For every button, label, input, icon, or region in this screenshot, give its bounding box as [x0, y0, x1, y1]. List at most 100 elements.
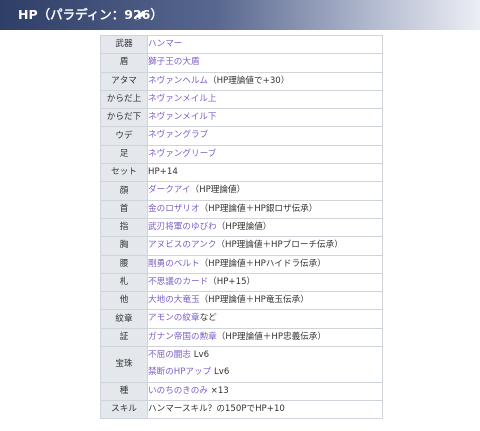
table-row: 足ネヴァングリーブ — [100, 144, 383, 165]
row-label: 首 — [100, 199, 148, 219]
item-link[interactable]: ダークアイ — [149, 185, 191, 195]
item-note: （HP理論値＋HPハイドラ伝承） — [199, 258, 326, 269]
row-label: からだ下 — [100, 108, 148, 128]
value-line: 剛勇のベルト（HP理論値＋HPハイドラ伝承） — [149, 256, 382, 272]
value-line: いのちのきのみ ×13 — [149, 383, 382, 399]
value-line: ネヴァングリーブ — [149, 146, 382, 162]
item-link[interactable]: ハンマー — [149, 39, 183, 49]
table-row: 腰剛勇のベルト（HP理論値＋HPハイドラ伝承） — [100, 254, 383, 274]
row-label: からだ上 — [100, 89, 148, 110]
row-label: スキル — [100, 399, 148, 420]
item-note: （HP理論値＋HP忠義伝承） — [216, 331, 326, 342]
section-header: HP（パラディン：926） — [0, 0, 480, 30]
value-line: アヌビスのアンク（HP理論値＋HPブローチ伝承） — [149, 238, 382, 254]
pencil-icon[interactable] — [133, 9, 147, 23]
table-row: 宝珠 不屈の闘志 Lv6 禁断のHPアップ Lv6 — [100, 346, 383, 383]
table-row: からだ上 ネヴァンメイル上 — [100, 89, 383, 110]
row-value: いのちのきのみ ×13 — [147, 381, 383, 401]
value-line: アモンの紋章など — [149, 311, 382, 327]
table-row: 顔ダークアイ（HP理論値） — [100, 181, 383, 201]
value-line: 禁断のHPアップ Lv6 — [149, 364, 382, 381]
value-line: ダークアイ（HP理論値） — [149, 183, 382, 199]
value-line: 不屈の闘志 Lv6 — [149, 348, 382, 365]
row-value: 大地の大竜玉（HP理論値＋HP竜玉伝承） — [147, 291, 383, 311]
item-note: Lv6 — [190, 350, 210, 361]
row-label: 宝珠 — [100, 346, 148, 383]
row-label: 証 — [100, 327, 148, 348]
table-row: 胸アヌビスのアンク（HP理論値＋HPブローチ伝承） — [100, 236, 383, 256]
item-note: Lv6 — [211, 367, 230, 378]
row-value: ネヴァンメイル下 — [147, 108, 383, 128]
item-link[interactable]: 禁断のHPアップ — [149, 367, 212, 377]
item-link[interactable]: 剛勇のベルト — [149, 259, 200, 269]
item-link[interactable]: ネヴァンメイル上 — [149, 94, 217, 104]
item-link[interactable]: ネヴァンメイル下 — [149, 112, 217, 122]
item-link[interactable]: 不思議のカード — [149, 277, 209, 287]
item-note: （HP理論値で+30） — [208, 75, 290, 86]
item-link[interactable]: アヌビスのアンク — [149, 240, 217, 250]
value-line: ネヴァンヘルム（HP理論値で+30） — [149, 73, 382, 89]
item-link[interactable]: ネヴァンヘルム — [149, 76, 209, 86]
item-link[interactable]: 不屈の闘志 — [149, 350, 191, 360]
item-note: （HP理論値＋HP銀ロザ伝承） — [199, 203, 318, 214]
value-line: ハンマー — [149, 37, 382, 53]
row-label: 胸 — [100, 236, 148, 256]
item-link[interactable]: 武刃将軍のゆびわ — [149, 222, 217, 232]
value-line: 武刃将軍のゆびわ（HP理論値） — [149, 219, 382, 235]
item-note: （HP+15） — [208, 276, 256, 287]
row-label: 札 — [100, 272, 148, 293]
row-value: 不思議のカード（HP+15） — [147, 272, 383, 293]
table-row: 盾獅子王の大盾 — [100, 53, 383, 73]
row-value: アモンの紋章など — [147, 309, 383, 329]
row-label: 盾 — [100, 53, 148, 73]
row-value: 武刃将軍のゆびわ（HP理論値） — [147, 217, 383, 238]
row-label: 紋章 — [100, 309, 148, 329]
item-note: （HP理論値） — [216, 221, 272, 232]
item-link[interactable]: 金のロザリオ — [149, 204, 200, 214]
table-row: 証ガナン帝国の勲章（HP理論値＋HP忠義伝承） — [100, 327, 383, 348]
table-row: からだ下 ネヴァンメイル下 — [100, 108, 383, 128]
value-line: ネヴァンメイル下 — [149, 110, 382, 126]
item-note: など — [199, 313, 217, 324]
row-label: 足 — [100, 144, 148, 165]
row-value: 不屈の闘志 Lv6 禁断のHPアップ Lv6 — [147, 346, 383, 383]
row-value: 剛勇のベルト（HP理論値＋HPハイドラ伝承） — [147, 254, 383, 274]
item-link[interactable]: アモンの紋章 — [149, 313, 200, 323]
row-label: 顔 — [100, 181, 148, 201]
item-link[interactable]: 大地の大竜玉 — [149, 295, 200, 305]
row-label: 種 — [100, 381, 148, 401]
table-row: 紋章 アモンの紋章など — [100, 309, 383, 329]
item-link[interactable]: ネヴァングラブ — [149, 130, 209, 140]
item-note: ハンマースキル？の150PでHP+10 — [148, 403, 285, 414]
value-line: 獅子王の大盾 — [149, 55, 382, 71]
row-value: ネヴァングラブ — [147, 126, 383, 146]
row-label: アタマ — [100, 71, 148, 91]
row-label: 武器 — [100, 34, 148, 55]
table-row: 武器 ハンマー — [100, 34, 383, 55]
row-value: アヌビスのアンク（HP理論値＋HPブローチ伝承） — [147, 236, 383, 256]
row-label: ウデ — [100, 126, 148, 146]
item-link[interactable]: ガナン帝国の勲章 — [149, 332, 217, 342]
table-row: 指武刃将軍のゆびわ（HP理論値） — [100, 217, 383, 238]
table-row: アタマ ネヴァンヘルム（HP理論値で+30） — [100, 71, 383, 91]
item-link[interactable]: いのちのきのみ — [149, 386, 208, 396]
table-row: 種いのちのきのみ ×13 — [100, 381, 383, 401]
value-line: ハンマースキル？の150PでHP+10 — [148, 401, 382, 417]
value-line: 不思議のカード（HP+15） — [149, 274, 382, 290]
item-link[interactable]: 獅子王の大盾 — [149, 57, 200, 67]
row-value: ネヴァングリーブ — [147, 144, 383, 165]
row-label: 腰 — [100, 254, 148, 274]
row-value: ネヴァンメイル上 — [147, 89, 383, 110]
value-line: ネヴァンメイル上 — [149, 91, 382, 107]
row-label: 他 — [100, 291, 148, 311]
value-line: ガナン帝国の勲章（HP理論値＋HP忠義伝承） — [149, 329, 382, 345]
table-row: 他大地の大竜玉（HP理論値＋HP竜玉伝承） — [100, 291, 383, 311]
row-value: 獅子王の大盾 — [147, 53, 383, 73]
row-value: HP+14 — [147, 163, 383, 183]
value-line: 大地の大竜玉（HP理論値＋HP竜玉伝承） — [149, 293, 382, 309]
table-row: スキル ハンマースキル？の150PでHP+10 — [100, 399, 383, 420]
item-link[interactable]: ネヴァングリーブ — [149, 149, 217, 159]
equipment-table: 武器 ハンマー盾獅子王の大盾 アタマ ネヴァンヘルム（HP理論値で+30） からだ上 ネヴ… — [100, 34, 383, 420]
value-line: ネヴァングラブ — [149, 128, 382, 144]
table-row: 札不思議のカード（HP+15） — [100, 272, 383, 293]
